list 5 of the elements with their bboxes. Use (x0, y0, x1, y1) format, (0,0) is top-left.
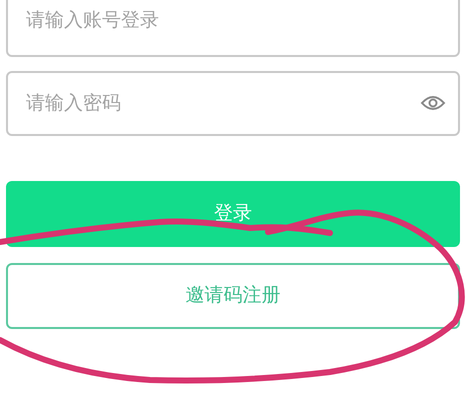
account-input-field[interactable]: 请输入账号登录 (6, 0, 460, 57)
invite-code-register-button[interactable]: 邀请码注册 (6, 263, 460, 329)
login-button[interactable]: 登录 (6, 181, 460, 247)
password-input-field[interactable]: 请输入密码 (6, 71, 460, 136)
eye-icon[interactable] (420, 94, 446, 112)
